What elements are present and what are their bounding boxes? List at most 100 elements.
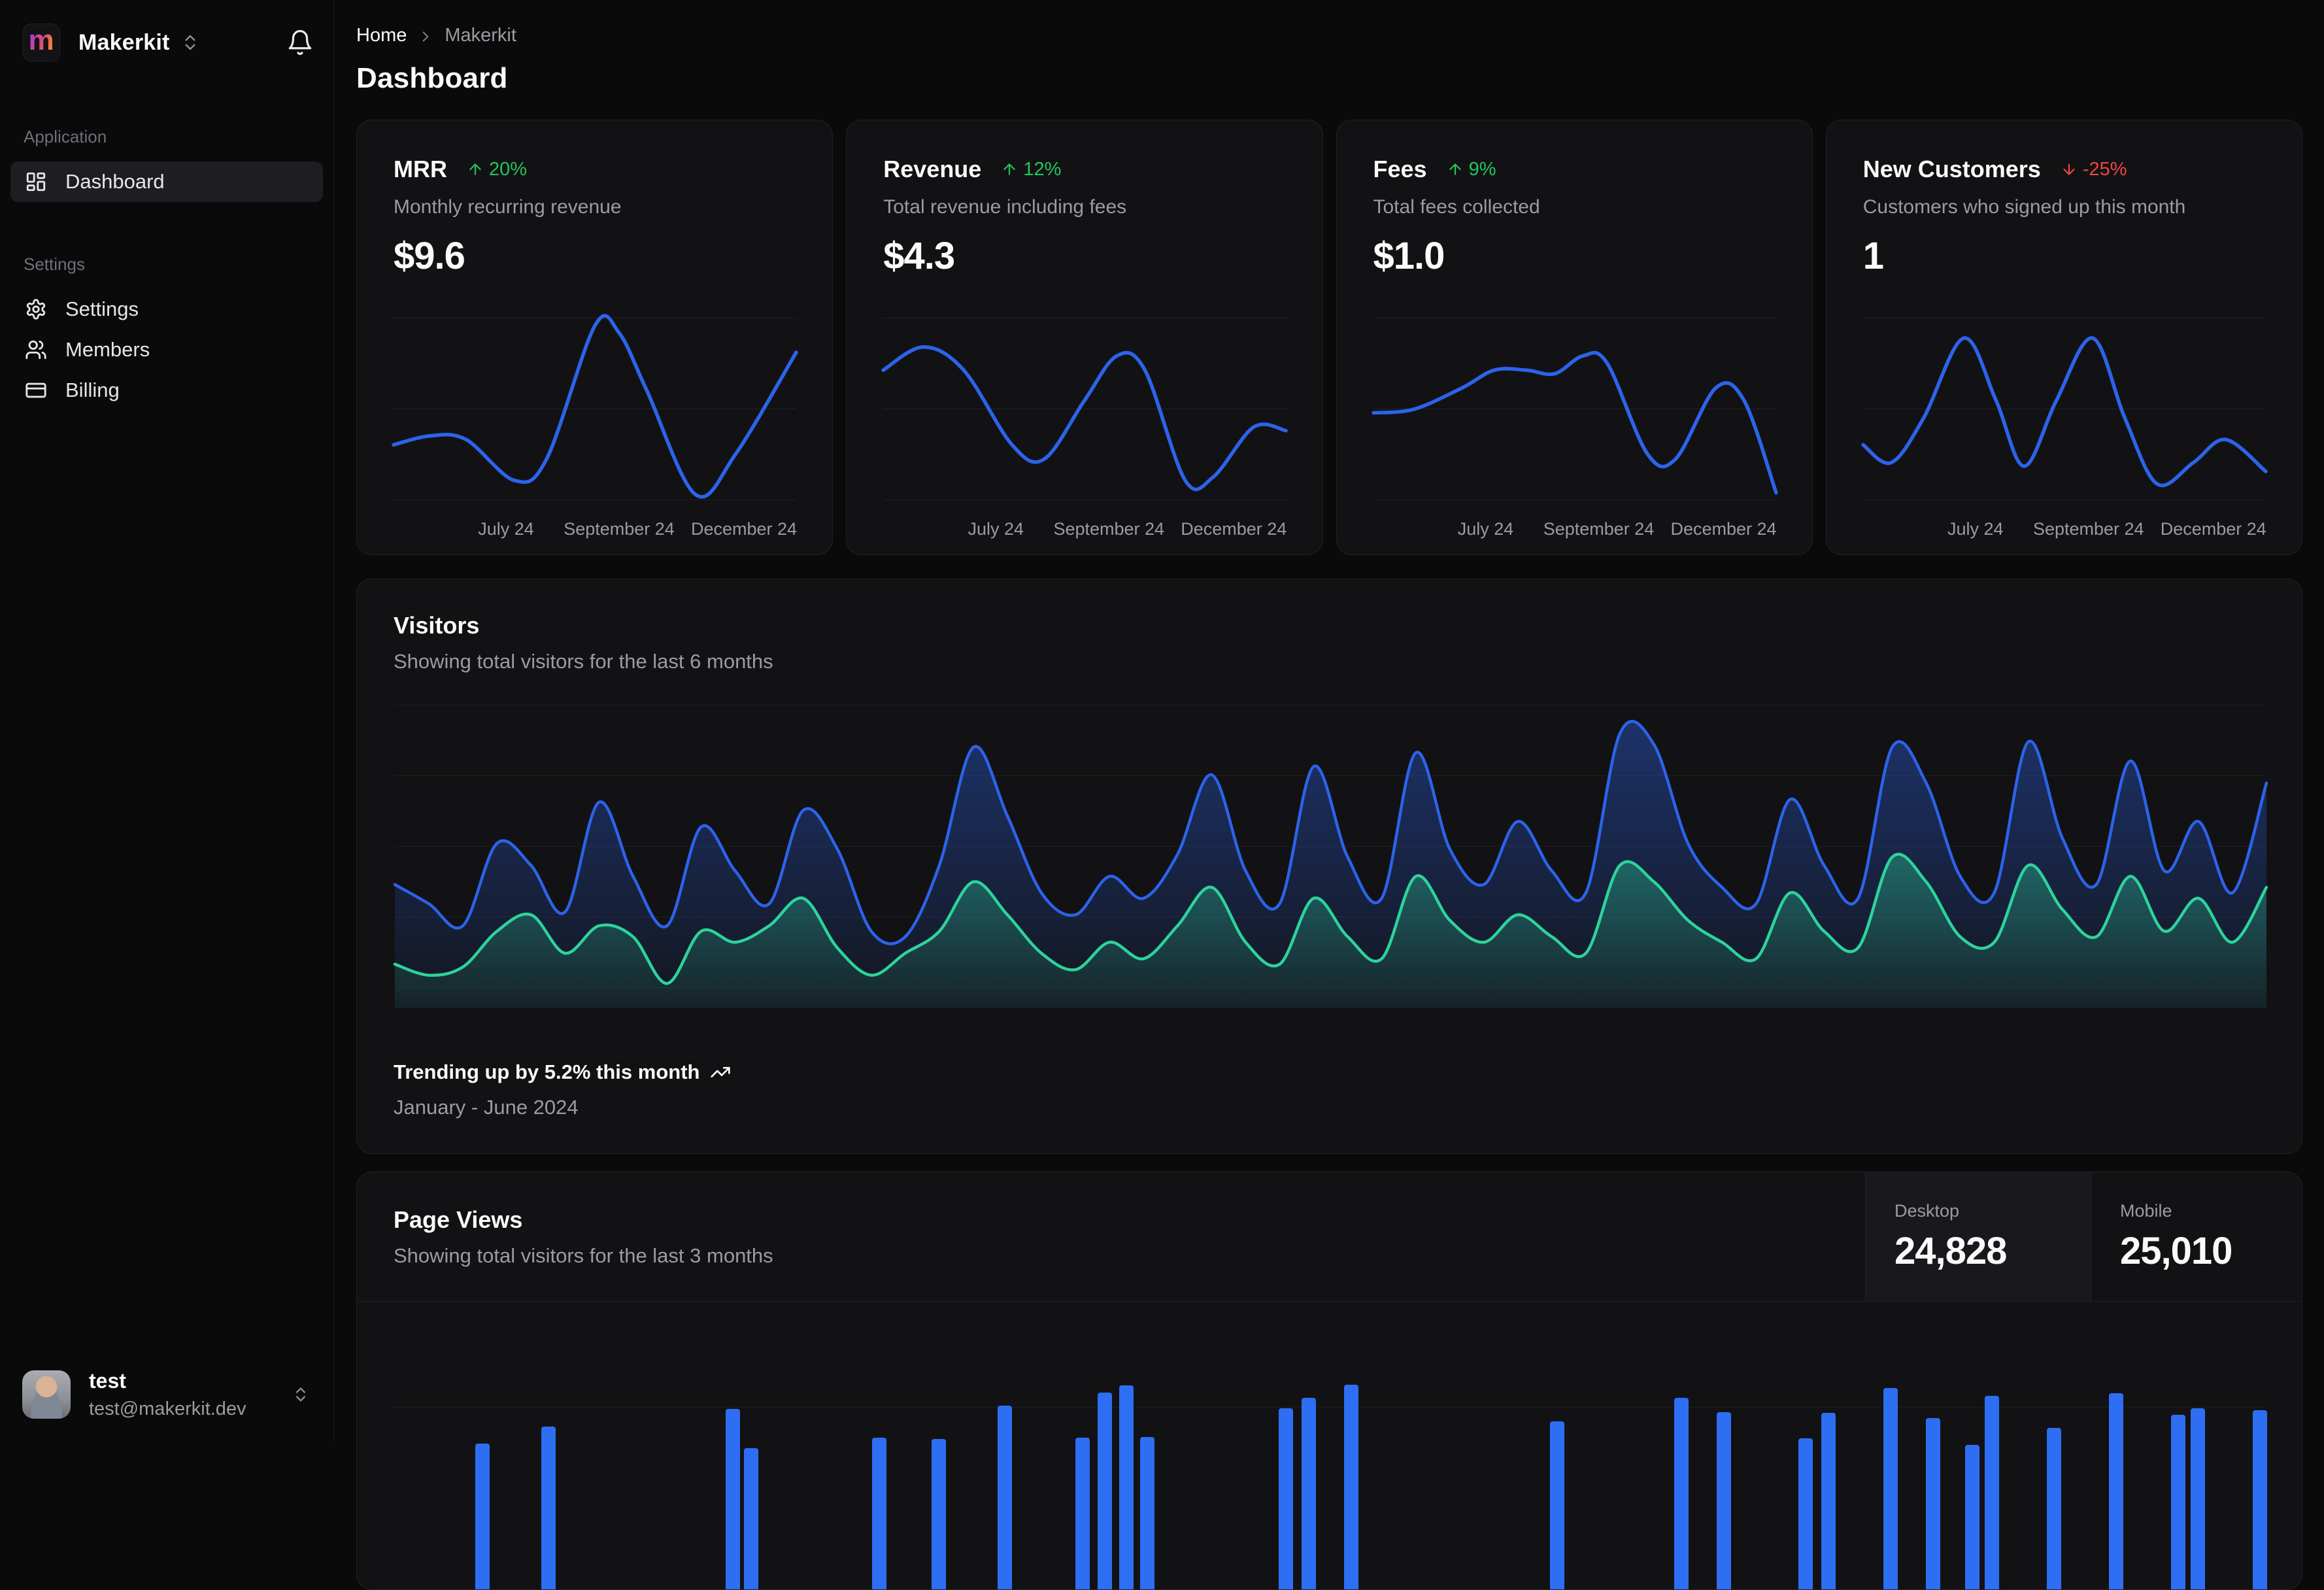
visitors-area-chart [393, 701, 2268, 1008]
user-meta: test test@makerkit.dev [89, 1369, 246, 1420]
bar [1717, 1412, 1731, 1589]
trend-badge: -25% [2061, 159, 2127, 180]
stat-card-revenue: Revenue 12% Total revenue including fees… [846, 120, 1323, 555]
x-axis-ticks: July 24 September 24 December 24 [968, 519, 1287, 539]
brand-logo: m [22, 24, 60, 61]
user-menu-button[interactable]: test test@makerkit.dev [0, 1349, 333, 1442]
fees-sparkline-chart [1371, 316, 1778, 502]
gear-icon [25, 298, 47, 320]
stat-value: $4.3 [883, 235, 955, 277]
toggle-mobile-label: Mobile [2120, 1201, 2172, 1221]
stat-subtitle: Customers who signed up this month [1862, 196, 2186, 218]
brand-logo-letter: m [28, 24, 54, 56]
visitors-title: Visitors [394, 612, 480, 639]
breadcrumb-home-link[interactable]: Home [356, 25, 407, 46]
bar [1140, 1437, 1154, 1589]
page-title: Dashboard [356, 62, 508, 94]
visitors-footer: Trending up by 5.2% this month January -… [394, 1060, 731, 1119]
visitors-subtitle: Showing total visitors for the last 6 mo… [394, 650, 773, 673]
stat-value: $9.6 [394, 235, 465, 277]
bar [1883, 1388, 1898, 1589]
nav-section-label: Application [24, 127, 107, 146]
bar [1985, 1396, 1999, 1589]
stat-title: New Customers [1862, 156, 2041, 182]
bar [2047, 1428, 2061, 1589]
trend-badge: 12% [1001, 159, 1061, 180]
main-content: Home Makerkit Dashboard MRR 20% Monthly … [335, 0, 2324, 1590]
sidebar-item-label: Settings [65, 297, 139, 320]
bar [744, 1448, 758, 1589]
bar [1798, 1438, 1813, 1589]
mrr-sparkline-chart [392, 314, 798, 502]
stat-title: Revenue [883, 156, 982, 182]
breadcrumb-current: Makerkit [445, 25, 516, 46]
sidebar-item-billing[interactable]: Billing [10, 370, 323, 411]
stat-card-fees: Fees 9% Total fees collected $1.0 July 2… [1336, 120, 1813, 555]
layout-dashboard-icon [25, 171, 47, 193]
stat-card-mrr: MRR 20% Monthly recurring revenue $9.6 J… [356, 120, 834, 555]
sidebar-item-label: Billing [65, 379, 120, 401]
bar [1098, 1393, 1112, 1589]
new-customers-sparkline-chart [1861, 316, 2268, 502]
page-views-bar-chart [357, 1302, 2302, 1589]
chevrons-up-down-icon [185, 35, 195, 50]
arrow-up-icon [469, 163, 481, 175]
visitors-card: Visitors Showing total visitors for the … [356, 579, 2302, 1154]
bar [1674, 1398, 1689, 1589]
bar [2191, 1408, 2205, 1589]
page-views-header: Page Views Showing total visitors for th… [357, 1172, 2302, 1302]
sidebar: m Makerkit Application Dashboard Setting… [0, 0, 334, 1442]
nav-section-application: Application Dashboard [10, 127, 323, 202]
bar [1926, 1418, 1940, 1589]
toggle-mobile[interactable]: Mobile 25,010 [2091, 1172, 2302, 1301]
visitors-date-range: January - June 2024 [394, 1096, 579, 1119]
arrow-down-icon [2063, 163, 2075, 175]
page-views-title: Page Views [394, 1206, 523, 1233]
chevrons-up-down-icon [292, 1385, 310, 1404]
stat-title: MRR [394, 156, 447, 182]
toggle-desktop[interactable]: Desktop 24,828 [1865, 1172, 2091, 1301]
visitors-trend-text: Trending up by 5.2% this month [394, 1060, 700, 1083]
user-email: test@makerkit.dev [89, 1398, 246, 1419]
bar [1279, 1408, 1293, 1589]
bar [1075, 1438, 1090, 1589]
bar [998, 1406, 1012, 1589]
chevron-right-icon [417, 28, 434, 45]
x-axis-ticks: July 24 September 24 December 24 [1457, 519, 1777, 539]
bar [1302, 1398, 1316, 1589]
sidebar-item-dashboard[interactable]: Dashboard [10, 161, 323, 202]
page-views-subtitle: Showing total visitors for the last 3 mo… [394, 1244, 773, 1267]
toggle-mobile-value: 25,010 [2120, 1230, 2232, 1272]
trend-badge: 9% [1447, 159, 1496, 180]
bar [1550, 1421, 1564, 1589]
x-axis-ticks: July 24 September 24 December 24 [478, 519, 798, 539]
credit-card-icon [25, 379, 47, 401]
sidebar-nav: Application Dashboard Settings Settings [0, 127, 333, 411]
notifications-button[interactable] [286, 29, 314, 56]
bar [475, 1444, 490, 1589]
sidebar-item-members[interactable]: Members [10, 330, 323, 370]
stat-subtitle: Total fees collected [1373, 196, 1540, 218]
sidebar-item-label: Members [65, 338, 150, 361]
nav-section-label: Settings [24, 254, 85, 274]
sidebar-item-settings[interactable]: Settings [10, 289, 323, 330]
user-name: test [89, 1369, 126, 1393]
toggle-desktop-label: Desktop [1895, 1201, 1960, 1221]
stat-value: $1.0 [1373, 235, 1445, 277]
toggle-desktop-value: 24,828 [1895, 1230, 2007, 1272]
bell-icon [288, 30, 312, 56]
workspace-switcher-button[interactable] [180, 33, 200, 52]
bar [726, 1409, 740, 1589]
bar [2171, 1415, 2185, 1589]
arrow-up-icon [1003, 163, 1015, 175]
stat-card-new-customers: New Customers -25% Customers who signed … [1825, 120, 2302, 555]
nav-section-settings: Settings Settings Members Billing [10, 254, 323, 411]
avatar [22, 1370, 71, 1419]
arrow-up-icon [1449, 163, 1461, 175]
stat-subtitle: Monthly recurring revenue [394, 196, 622, 218]
bar [541, 1427, 556, 1589]
sidebar-item-label: Dashboard [65, 170, 165, 193]
sidebar-header: m Makerkit [0, 0, 333, 61]
bar [872, 1438, 886, 1589]
trending-up-icon [710, 1062, 731, 1083]
